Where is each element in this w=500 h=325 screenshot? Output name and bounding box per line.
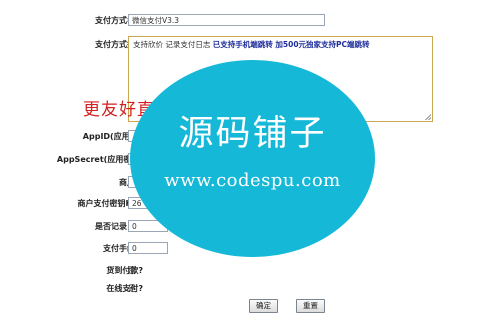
online-value: 是 <box>128 284 136 293</box>
online-label: 在线支付? <box>106 284 143 293</box>
payment-desc-label: 支付方式描述 <box>95 40 143 49</box>
desc-bold-text: 已支持手机端跳转 加500元独家支持PC端跳转 <box>212 40 370 49</box>
desc-plain-text: 支持欣价 记录支付日志 <box>133 40 213 49</box>
resize-grip-icon[interactable] <box>425 114 431 120</box>
reset-button[interactable]: 重置 <box>296 299 325 313</box>
watermark-ellipse: 源码铺子 www.codespu.com <box>130 60 375 257</box>
log-label: 是否记录日志 <box>95 222 143 231</box>
payment-name-label: 支付方式名称 <box>95 16 143 25</box>
watermark-title: 源码铺子 <box>178 114 327 154</box>
payment-name-input[interactable]: 微信支付V3.3 <box>128 14 325 26</box>
fee-input[interactable]: 0 <box>128 242 168 254</box>
merchant-id-label: 商户号 <box>3 177 143 188</box>
cod-value: 否 <box>128 266 136 275</box>
appsecret-label: AppSecret(应用密钥) <box>56 155 143 164</box>
submit-button[interactable]: 确定 <box>249 299 278 313</box>
merchant-key-label: 商户支付密钥KEY <box>77 199 143 208</box>
cod-label: 货到付款? <box>106 266 143 275</box>
appid-label: AppID(应用ID) <box>82 132 143 141</box>
watermark-url: www.codespu.com <box>164 170 341 191</box>
fee-label: 支付手续费 <box>103 244 143 253</box>
